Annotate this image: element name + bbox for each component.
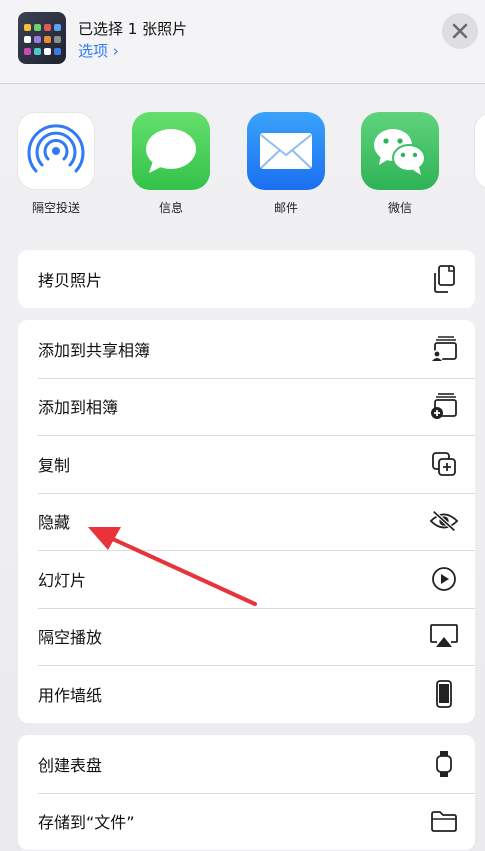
eye-slash-icon [429,506,459,536]
close-icon [452,23,468,39]
action-group-main: 添加到共享相簿 添加到相簿 复制 隐藏 幻灯片 隔空播放 用作墙纸 [18,320,475,723]
duplicate-icon [429,449,459,479]
app-share-row: 隔空投送 信息 邮件 微信 [0,112,485,222]
action-label: 创建表盘 [38,755,103,775]
app-mail[interactable]: 邮件 [246,112,326,216]
play-circle-icon [429,564,459,594]
app-partial[interactable] [474,112,485,190]
action-label: 添加到共享相簿 [38,340,151,360]
airdrop-icon [17,112,95,190]
messages-icon [132,112,210,190]
airplay-icon [429,621,459,651]
action-save-to-files[interactable]: 存储到“文件” [18,792,475,851]
action-label: 隔空播放 [38,628,103,648]
action-label: 复制 [38,455,71,475]
action-group-more: 创建表盘 存储到“文件” [18,735,475,850]
app-label: 邮件 [273,201,298,215]
share-sheet-header: 已选择 1 张照片 选项 › [0,0,485,84]
action-add-album[interactable]: 添加到相簿 [18,377,475,436]
folder-icon [429,806,459,836]
action-add-shared-album[interactable]: 添加到共享相簿 [18,320,475,378]
options-link[interactable]: 选项 › [78,40,119,61]
action-duplicate[interactable]: 复制 [18,435,475,493]
action-label: 存储到“文件” [38,813,135,833]
action-slideshow[interactable]: 幻灯片 [18,550,475,608]
action-copy-photo[interactable]: 拷贝照片 [18,250,475,308]
photo-thumbnail [18,12,66,64]
action-label: 隐藏 [38,513,71,533]
action-hide[interactable]: 隐藏 [18,492,475,551]
action-label: 添加到相簿 [38,398,119,418]
app-wechat[interactable]: 微信 [360,112,440,216]
app-label: 隔空投送 [31,201,80,215]
action-label: 幻灯片 [38,570,87,590]
close-button[interactable] [442,13,478,49]
mail-icon [247,112,325,190]
more-app-icon [474,112,485,190]
copy-photo-icon [429,264,459,294]
action-group-copy: 拷贝照片 [18,250,475,308]
action-label: 用作墙纸 [38,685,103,705]
app-label: 微信 [387,201,412,215]
app-airdrop[interactable]: 隔空投送 [16,112,96,216]
app-label: 信息 [158,201,183,215]
add-album-icon [429,391,459,421]
app-messages[interactable]: 信息 [131,112,211,216]
action-airplay[interactable]: 隔空播放 [18,607,475,666]
wechat-icon [361,112,439,190]
phone-icon [429,679,459,709]
action-wallpaper[interactable]: 用作墙纸 [18,665,475,723]
action-create-watch-face[interactable]: 创建表盘 [18,735,475,793]
selection-title: 已选择 1 张照片 [78,20,188,38]
watch-icon [429,749,459,779]
action-label: 拷贝照片 [38,270,103,290]
shared-album-icon [429,334,459,364]
